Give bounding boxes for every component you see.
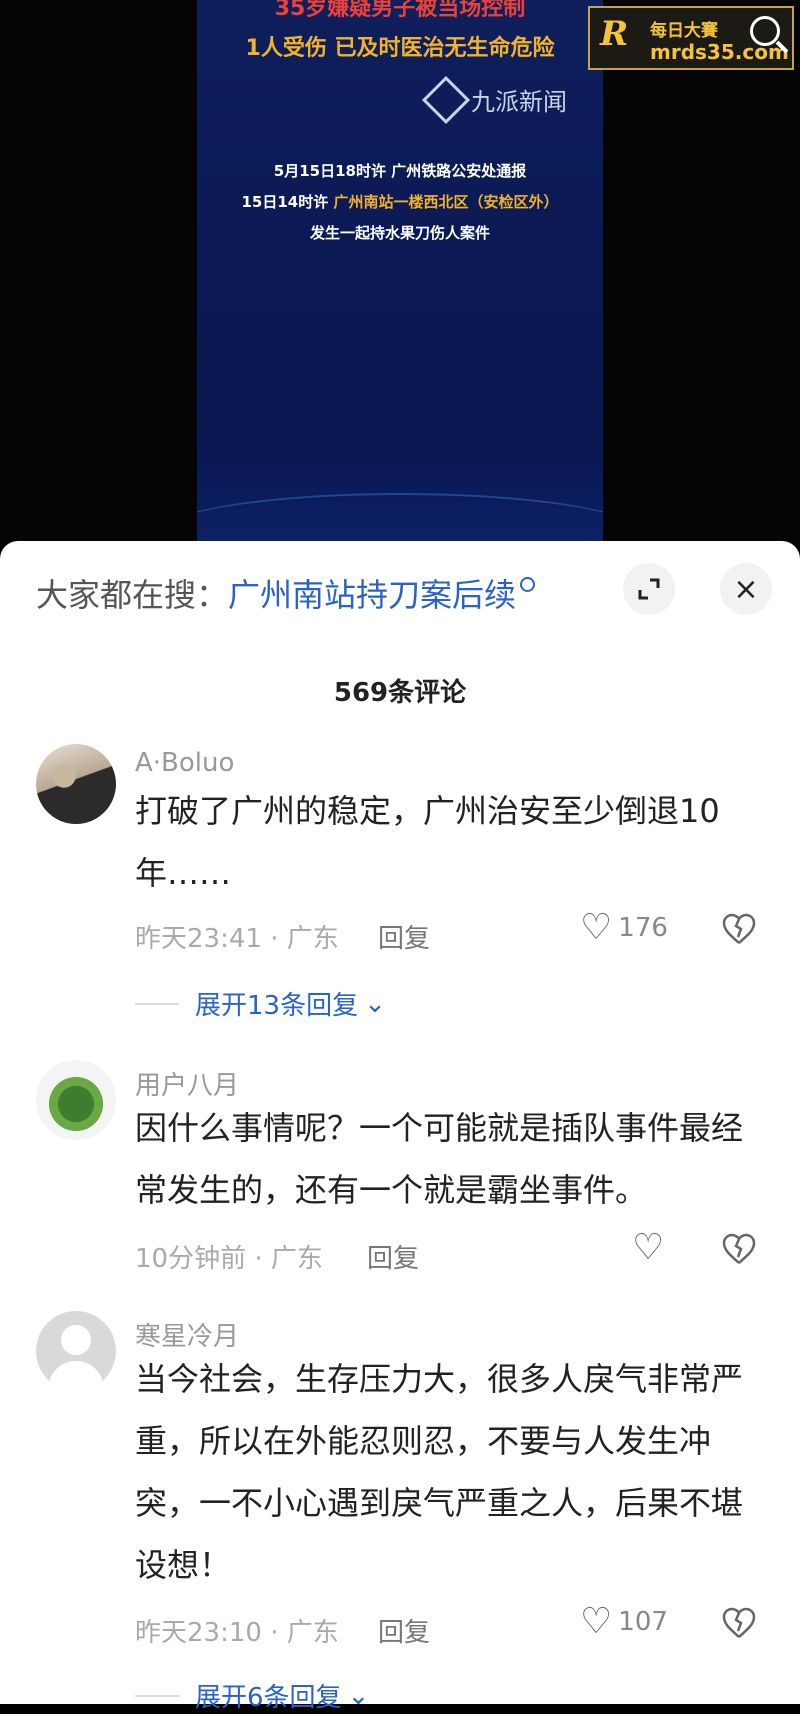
comment-author[interactable]: A·Boluo: [135, 748, 234, 778]
video-caption-line-1: 5月15日18时许 广州铁路公安处通报: [273, 162, 527, 180]
heart-icon: ♡: [632, 1227, 665, 1268]
chevron-down-icon: ⌄: [364, 988, 386, 1019]
avatar[interactable]: [36, 1060, 116, 1140]
comment-text: 当今社会，生存压力大，很多人戾气非常严重，所以在外能忍则忍，不要与人发生冲突，一…: [135, 1360, 744, 1584]
broken-heart-icon: [722, 1233, 756, 1264]
close-button[interactable]: ×: [720, 563, 772, 615]
trending-search[interactable]: 大家都在搜：广州南站持刀案后续: [36, 570, 536, 616]
search-icon: [520, 577, 536, 592]
comment-time: 昨天23:10 · 广东: [135, 1618, 339, 1648]
reply-button[interactable]: 回复: [367, 1238, 419, 1275]
news-source-name: 九派新闻: [471, 88, 567, 116]
comments-count: 569条评论: [333, 678, 467, 708]
like-button[interactable]: ♡ 176: [580, 907, 668, 948]
reply-button[interactable]: 回复: [378, 1612, 430, 1649]
like-count: 176: [618, 913, 668, 943]
expand-replies-label: 展开6条回复: [195, 1683, 342, 1713]
news-source-logo: 九派新闻: [421, 75, 567, 124]
trending-search-term[interactable]: 广州南站持刀案后续: [228, 576, 516, 614]
avatar[interactable]: [36, 1311, 116, 1391]
dislike-button[interactable]: [722, 913, 756, 953]
avatar[interactable]: [36, 744, 116, 824]
caption-prefix: 15日14时许: [241, 193, 329, 211]
video-headline-1: 35岁嫌疑男子被当场控制: [274, 0, 526, 21]
expand-button[interactable]: [623, 563, 675, 615]
watermark-logo: R 每日大賽 mrds35.com: [588, 6, 794, 70]
expand-replies-label: 展开13条回复: [195, 991, 359, 1021]
reply-button[interactable]: 回复: [378, 918, 430, 955]
comment-time: 昨天23:41 · 广东: [135, 924, 339, 954]
video-frame[interactable]: 35岁嫌疑男子被当场控制 1人受伤 已及时医治无生命危险 九派新闻 5月15日1…: [197, 0, 603, 545]
divider: [135, 1002, 179, 1005]
close-icon: ×: [733, 571, 759, 607]
broken-heart-icon: [722, 1607, 756, 1638]
watermark-mark: R: [600, 14, 629, 54]
expand-replies-button[interactable]: 展开13条回复 ⌄: [135, 985, 386, 1022]
watermark-text: 每日大賽: [650, 21, 718, 41]
comment-time: 10分钟前 · 广东: [135, 1244, 323, 1274]
search-icon: [750, 16, 780, 46]
video-caption-line-3: 发生一起持水果刀伤人案件: [309, 224, 490, 242]
video-caption-line-2: 15日14时许 广州南站一楼西北区（安检区外）: [197, 191, 603, 212]
comments-sheet: 大家都在搜：广州南站持刀案后续 × 569条评论 A·Boluo 打破了广州的稳…: [0, 541, 800, 1713]
heart-icon: ♡: [580, 907, 613, 948]
chevron-down-icon: ⌄: [347, 1680, 370, 1711]
dislike-button[interactable]: [722, 1233, 756, 1273]
news-logo-icon: [421, 75, 471, 124]
trending-search-prefix: 大家都在搜：: [36, 576, 229, 614]
like-button[interactable]: ♡ 107: [580, 1601, 668, 1642]
caption-highlight: 广州南站一楼西北区（安检区外）: [333, 193, 559, 211]
like-count: 107: [618, 1607, 668, 1637]
comment-text: 打破了广州的稳定，广州治安至少倒退10年……: [135, 792, 720, 892]
comment-text: 因什么事情呢？一个可能就是插队事件最经常发生的，还有一个就是霸坐事件。: [135, 1109, 744, 1209]
like-button[interactable]: ♡: [632, 1227, 665, 1268]
expand-icon: [638, 578, 660, 600]
video-headline-2: 1人受伤 已及时医治无生命危险: [245, 36, 555, 61]
default-avatar-body: [48, 1361, 104, 1391]
divider: [135, 1694, 179, 1697]
dislike-button[interactable]: [722, 1607, 756, 1647]
video-decoration: [197, 493, 603, 545]
default-avatar-head: [61, 1325, 91, 1355]
broken-heart-icon: [722, 913, 756, 944]
heart-icon: ♡: [580, 1601, 613, 1642]
video-area[interactable]: 35岁嫌疑男子被当场控制 1人受伤 已及时医治无生命危险 九派新闻 5月15日1…: [0, 0, 800, 545]
expand-replies-button[interactable]: 展开6条回复 ⌄: [135, 1677, 369, 1714]
